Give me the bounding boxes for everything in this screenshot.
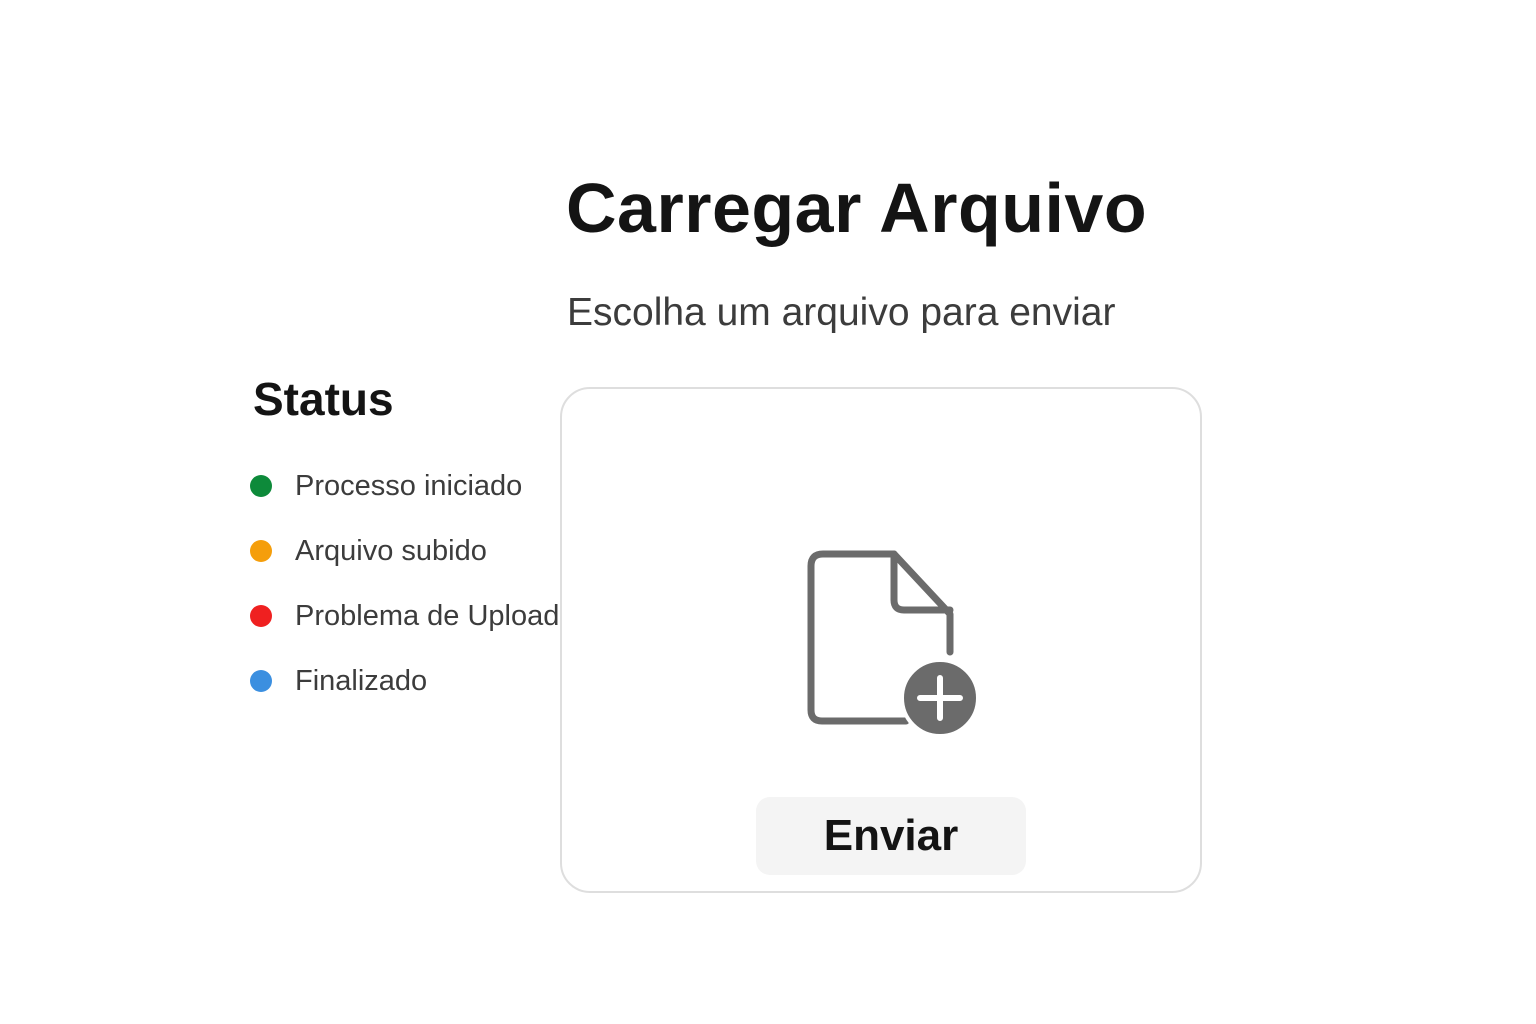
status-item-finalizado: Finalizado: [250, 661, 559, 701]
status-label: Arquivo subido: [295, 535, 487, 567]
status-item-processo-iniciado: Processo iniciado: [250, 466, 559, 506]
status-item-arquivo-subido: Arquivo subido: [250, 531, 559, 571]
status-label: Finalizado: [295, 665, 428, 697]
send-button[interactable]: Enviar: [756, 797, 1026, 875]
status-label: Processo iniciado: [295, 470, 523, 502]
status-dot-blue: [250, 670, 272, 692]
status-dot-red: [250, 605, 272, 627]
upload-dropzone[interactable]: Enviar: [560, 387, 1202, 893]
page-title: Carregar Arquivo: [566, 169, 1148, 247]
status-item-problema-de-upload: Problema de Upload: [250, 596, 559, 636]
page-subtitle: Escolha um arquivo para enviar: [567, 291, 1116, 334]
status-label: Problema de Upload: [295, 600, 560, 632]
status-heading: Status: [253, 373, 394, 425]
status-list: Processo iniciado Arquivo subido Problem…: [250, 466, 559, 726]
status-dot-green: [250, 475, 272, 497]
upload-page: Carregar Arquivo Escolha um arquivo para…: [0, 0, 1536, 1024]
status-dot-orange: [250, 540, 272, 562]
file-add-icon[interactable]: [806, 549, 982, 739]
